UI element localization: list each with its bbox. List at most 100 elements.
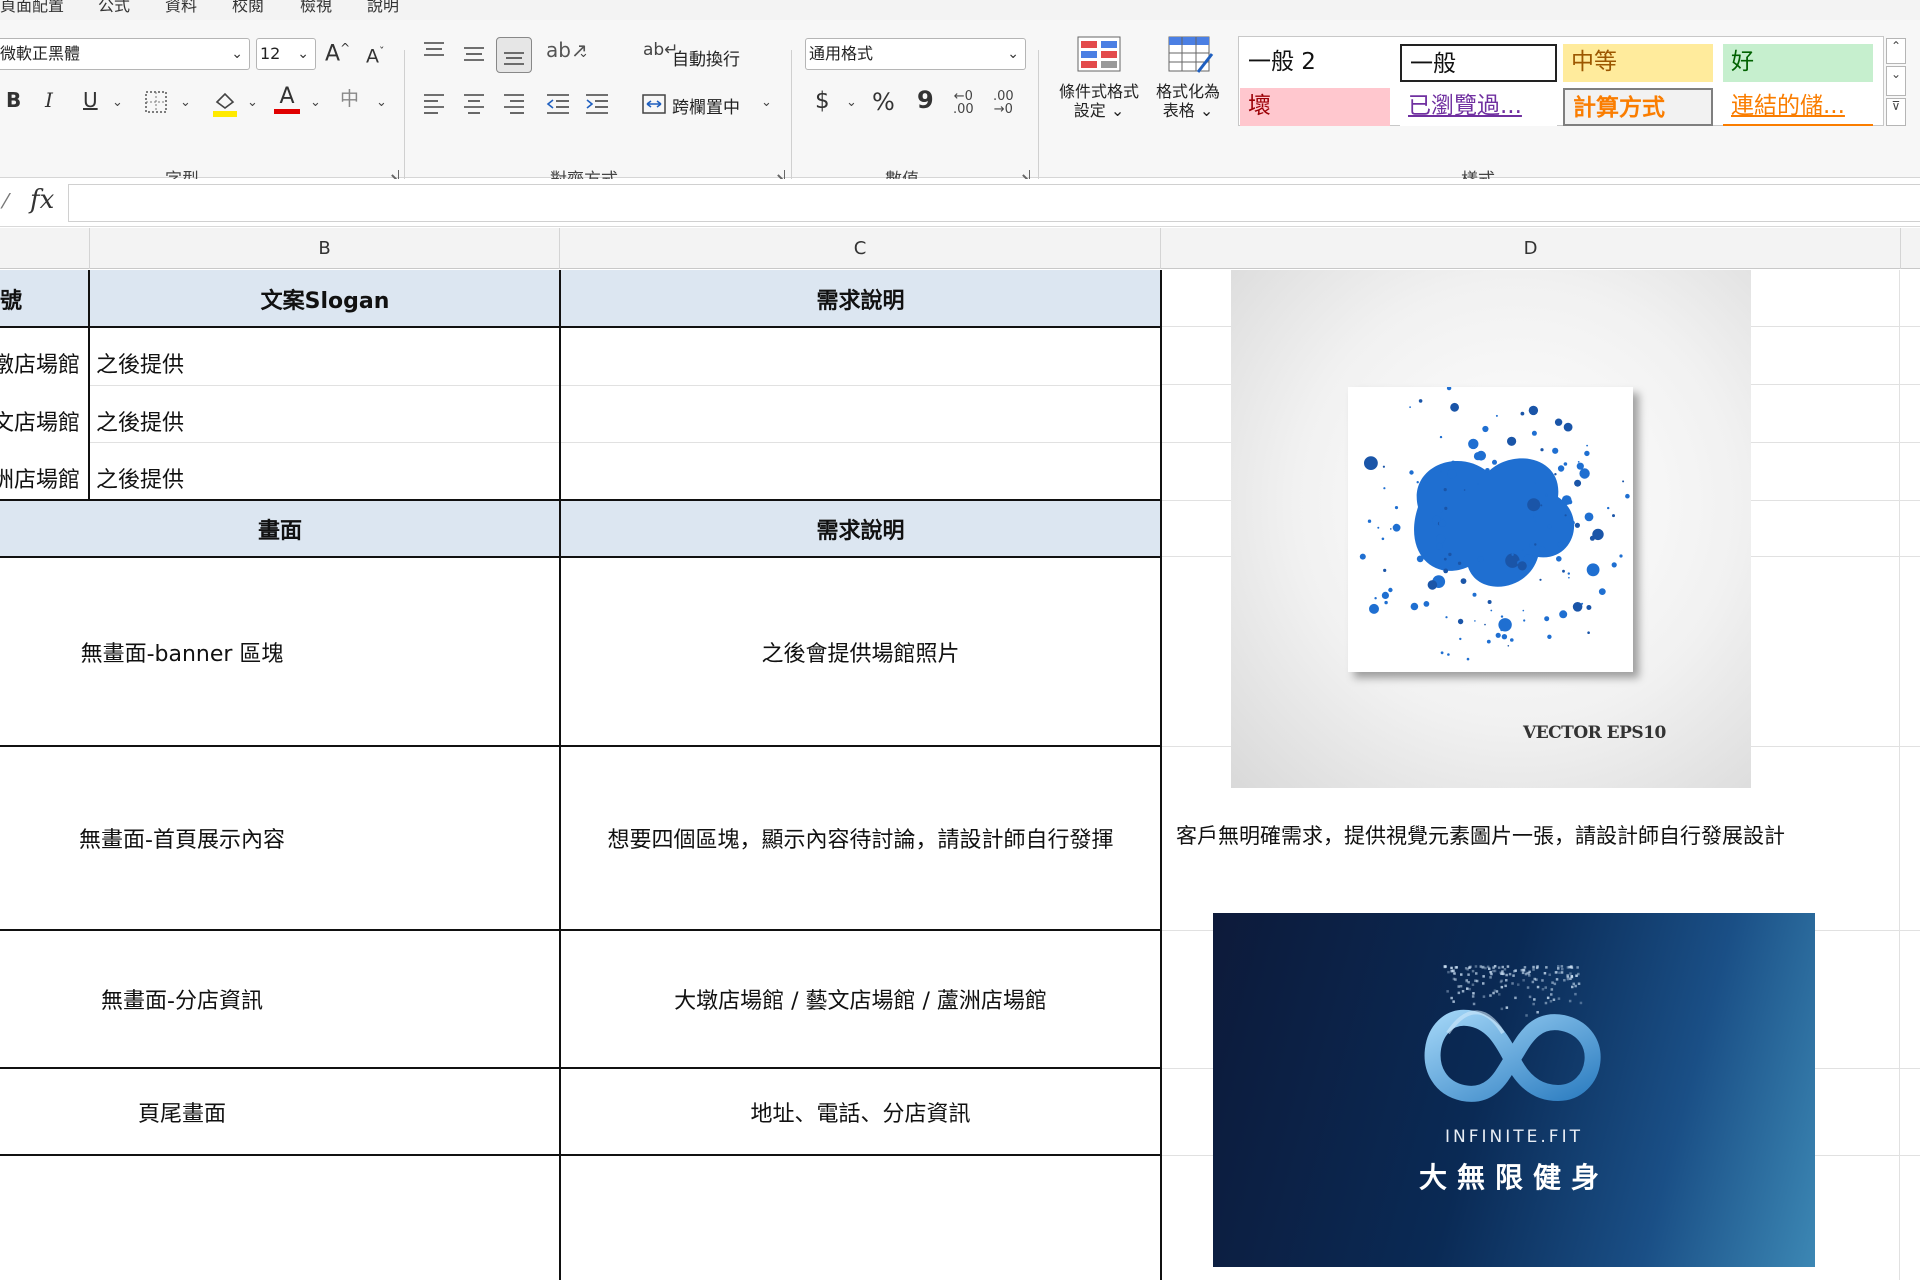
number-format-combo[interactable]: 通用格式 ⌄ — [805, 38, 1026, 70]
picture-infinite-fit-logo[interactable]: INFINITE.FIT 大無限健身 — [1213, 913, 1815, 1267]
align-top-button[interactable] — [422, 40, 446, 67]
increase-indent-button[interactable] — [584, 92, 610, 119]
fill-color-dropdown-icon[interactable]: ⌄ — [247, 95, 258, 110]
tab-help[interactable]: 說明 — [367, 0, 399, 16]
client-requirement-note[interactable]: 客戶無明確需求，提供視覺元素圖片一張，請設計師自行發展設計 — [1176, 810, 1896, 860]
table2-row4-screen[interactable]: 頁尾畫面 — [0, 1068, 364, 1155]
percent-button[interactable]: % — [872, 90, 895, 114]
style-good[interactable]: 好 — [1723, 44, 1873, 82]
currency-button[interactable]: $ — [815, 90, 830, 113]
style-calculation[interactable]: 計算方式 — [1563, 88, 1713, 126]
font-name-combo[interactable]: 微軟正黑體 ⌄ — [0, 38, 250, 70]
tab-page-layout[interactable]: 頁面配置 — [0, 0, 64, 16]
underline-button[interactable]: U — [83, 90, 98, 110]
table2-row3-screen[interactable]: 無畫面-分店資訊 — [0, 930, 364, 1068]
decrease-font-size-button[interactable]: Aˇ — [366, 46, 385, 66]
tab-review[interactable]: 校閱 — [232, 0, 264, 16]
bold-button[interactable]: B — [6, 90, 21, 110]
column-header-a[interactable] — [0, 228, 90, 269]
wrap-text-button[interactable]: 自動換行 — [672, 45, 740, 70]
phonetic-guide-button[interactable]: 中 — [340, 90, 359, 109]
increase-decimal-button[interactable]: ←0.00 — [953, 90, 974, 116]
gallery-more-icon[interactable]: ⊽ — [1886, 98, 1906, 126]
fill-color-button[interactable] — [211, 88, 239, 123]
splash-droplet — [1552, 447, 1559, 454]
orientation-dropdown-icon[interactable]: ⌄ — [578, 46, 589, 61]
merge-dropdown-icon[interactable]: ⌄ — [761, 95, 772, 110]
table1-row1-venue[interactable]: 墩店場館 — [0, 327, 88, 385]
decrease-decimal-button[interactable]: .00 →0 — [993, 90, 1014, 116]
font-color-button[interactable]: A — [274, 86, 300, 114]
logo-pixel-dot — [1524, 972, 1528, 976]
table1-row2-requirement[interactable] — [566, 385, 1156, 442]
align-left-button[interactable] — [422, 92, 446, 119]
underline-dropdown-icon[interactable]: ⌄ — [112, 95, 123, 110]
table1-row2-slogan[interactable]: 之後提供 — [96, 385, 556, 442]
increase-font-size-button[interactable]: A^ — [325, 42, 350, 65]
table1-header-cell-a[interactable]: 號 — [0, 270, 90, 327]
table2-row1-requirement[interactable]: 之後會提供場館照片 — [560, 557, 1161, 746]
style-normal-2[interactable]: 一般 2 — [1240, 44, 1390, 82]
table1-row2-venue[interactable]: 文店場館 — [0, 385, 88, 442]
logo-pixel-dot — [1479, 965, 1483, 968]
enter-check-icon[interactable]: ⁄ — [4, 189, 7, 213]
style-followed-hyperlink[interactable]: 已瀏覽過... — [1400, 88, 1557, 126]
borders-dropdown-icon[interactable]: ⌄ — [180, 95, 191, 110]
align-right-button[interactable] — [502, 92, 526, 119]
borders-button[interactable] — [144, 90, 168, 119]
font-color-dropdown-icon[interactable]: ⌄ — [310, 95, 321, 110]
table1-row3-requirement[interactable] — [566, 442, 1156, 500]
splash-droplet — [1485, 468, 1490, 473]
table2-row5-requirement[interactable] — [560, 1155, 1161, 1280]
style-bad[interactable]: 壞 — [1240, 88, 1390, 126]
table2-header-screen[interactable]: 畫面 — [0, 500, 560, 557]
comma-style-button[interactable]: 9 — [917, 88, 934, 112]
conditional-formatting-button[interactable]: 條件式格式 設定 ⌄ — [1054, 82, 1144, 120]
format-as-table-button[interactable]: 格式化為 表格 ⌄ — [1146, 82, 1230, 120]
italic-button[interactable]: I — [45, 90, 53, 110]
style-linked-cell[interactable]: 連結的儲... — [1723, 88, 1873, 126]
table2-row4-requirement[interactable]: 地址、電話、分店資訊 — [560, 1068, 1161, 1155]
table1-header-slogan[interactable]: 文案Slogan — [90, 270, 560, 327]
table2-header-requirement[interactable]: 需求說明 — [560, 500, 1161, 557]
table2-row3-requirement[interactable]: 大墩店場館 / 藝文店場館 / 蘆洲店場館 — [560, 930, 1161, 1068]
logo-pixel-dot — [1472, 992, 1475, 995]
picture-blue-splash[interactable]: VECTOR EPS10 — [1231, 270, 1751, 788]
splash-droplet — [1507, 645, 1510, 647]
logo-pixel-dot — [1558, 971, 1561, 974]
formula-input[interactable] — [68, 184, 1920, 222]
insert-function-button[interactable]: fx — [30, 185, 54, 215]
table2-row1-screen[interactable]: 無畫面-banner 區塊 — [0, 557, 364, 746]
phonetic-dropdown-icon[interactable]: ⌄ — [376, 95, 387, 110]
table1-row1-slogan[interactable]: 之後提供 — [96, 327, 556, 385]
table2-row2-screen[interactable]: 無畫面-首頁展示內容 — [0, 746, 364, 930]
table2-row2-requirement[interactable]: 想要四個區塊，顯示內容待討論，請設計師自行發揮 — [560, 746, 1161, 930]
style-neutral[interactable]: 中等 — [1563, 44, 1713, 82]
column-header-d[interactable]: D — [1161, 228, 1901, 269]
logo-pixel-dot — [1482, 982, 1485, 985]
logo-pixel-dot — [1471, 983, 1475, 986]
table2-row5-screen[interactable] — [0, 1155, 560, 1280]
table1-row1-requirement[interactable] — [566, 327, 1156, 385]
align-middle-button[interactable] — [462, 42, 486, 69]
merge-center-button[interactable]: 跨欄置中 — [672, 93, 740, 118]
font-size-combo[interactable]: 12 ⌄ — [256, 38, 316, 70]
style-normal[interactable]: 一般 — [1400, 44, 1557, 82]
column-header-e[interactable] — [1901, 228, 1920, 269]
gallery-scroll-down-icon[interactable]: ⌄ — [1886, 66, 1906, 96]
tab-formulas[interactable]: 公式 — [98, 0, 130, 16]
currency-dropdown-icon[interactable]: ⌄ — [846, 95, 857, 110]
align-center-button[interactable] — [462, 92, 486, 119]
table1-row3-slogan[interactable]: 之後提供 — [96, 442, 556, 500]
column-header-c[interactable]: C — [560, 228, 1161, 269]
tab-view[interactable]: 檢視 — [300, 0, 332, 16]
logo-pixel-dot — [1566, 974, 1569, 977]
gallery-scroll-up-icon[interactable]: ⌃ — [1886, 38, 1906, 64]
table1-row3-venue[interactable]: 洲店場館 — [0, 442, 88, 500]
splash-droplet — [1556, 556, 1562, 562]
column-header-b[interactable]: B — [90, 228, 560, 269]
decrease-indent-button[interactable] — [545, 92, 571, 119]
table1-header-requirement[interactable]: 需求說明 — [560, 270, 1161, 327]
tab-data[interactable]: 資料 — [165, 0, 197, 16]
align-bottom-button[interactable] — [496, 37, 532, 73]
